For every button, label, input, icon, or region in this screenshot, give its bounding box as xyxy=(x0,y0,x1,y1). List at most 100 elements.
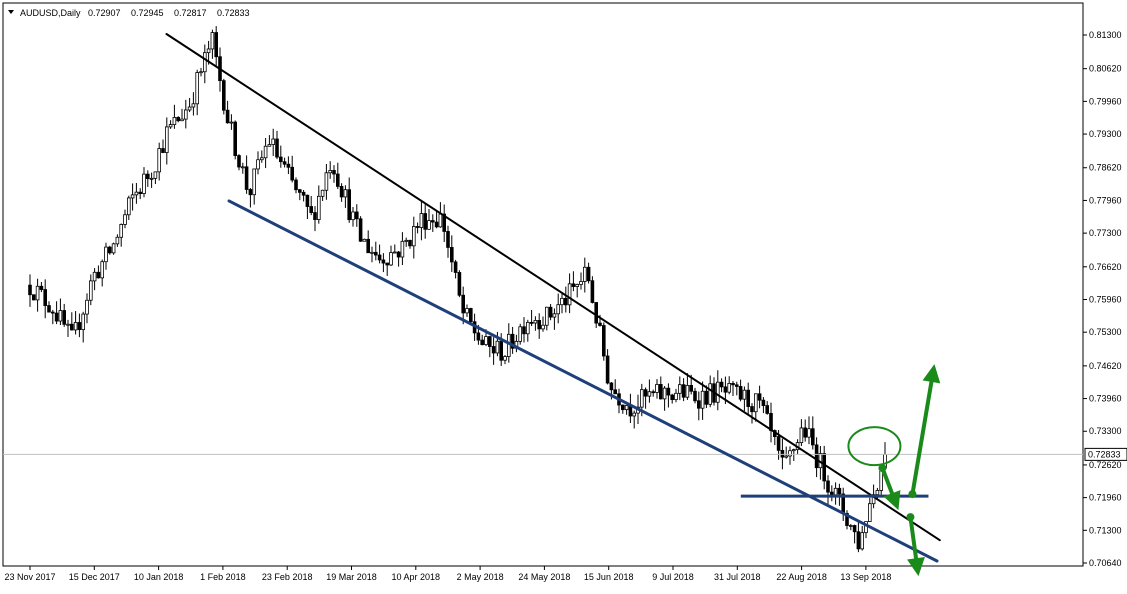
candle-body xyxy=(392,251,397,254)
candle-body xyxy=(366,238,370,254)
candle-body xyxy=(51,311,55,314)
candle-body xyxy=(575,284,579,287)
candle-body xyxy=(256,159,260,170)
candle-body xyxy=(784,455,788,458)
candle-body xyxy=(100,261,105,279)
candle-body xyxy=(830,491,834,496)
candle-body xyxy=(172,117,177,125)
candle-body xyxy=(651,391,655,394)
candle-body xyxy=(605,355,610,384)
candle-body xyxy=(278,156,283,163)
candle-body xyxy=(240,166,245,169)
y-tick-label: 0.73300 xyxy=(1089,426,1122,436)
candle-body xyxy=(708,383,712,405)
candle xyxy=(32,294,36,301)
candle-body xyxy=(335,173,340,187)
candle-body xyxy=(149,177,154,180)
candle-body xyxy=(746,389,750,407)
candle-body xyxy=(134,191,139,196)
candle-body xyxy=(799,427,804,444)
candle-body xyxy=(681,384,686,398)
candle-body xyxy=(77,322,82,331)
candle-body xyxy=(381,259,386,264)
candle-body xyxy=(693,390,697,402)
candle-body xyxy=(66,323,70,326)
y-tick-label: 0.70640 xyxy=(1089,558,1122,568)
candle-body xyxy=(430,220,435,223)
candle-body xyxy=(757,393,762,401)
candle-body xyxy=(529,321,534,324)
candle-body xyxy=(145,173,150,180)
candle-body xyxy=(206,48,211,54)
candle-body xyxy=(248,189,253,196)
candle-body xyxy=(54,312,59,322)
candle-body xyxy=(438,213,443,228)
candle-body xyxy=(92,271,97,282)
current-price-label: 0.72833 xyxy=(1088,449,1121,459)
candle-body xyxy=(263,145,268,159)
x-tick-label: 24 May 2018 xyxy=(518,572,570,582)
candle-body xyxy=(468,308,473,323)
candle-body xyxy=(723,386,728,393)
y-tick-label: 0.73960 xyxy=(1089,394,1122,404)
candle-body xyxy=(537,320,541,330)
candle-body xyxy=(389,252,393,266)
candle-body xyxy=(640,389,644,408)
candle-body xyxy=(70,323,74,331)
candle-body xyxy=(85,299,89,315)
candle-body xyxy=(161,148,165,153)
candle-body xyxy=(567,283,572,306)
candle-body xyxy=(506,333,511,357)
candle-body xyxy=(123,214,127,225)
candle-body xyxy=(183,109,188,120)
candle-body xyxy=(328,170,332,174)
candle-body xyxy=(632,412,636,417)
candle-body xyxy=(191,103,196,108)
candle-body xyxy=(385,262,389,266)
candle-body xyxy=(765,405,769,414)
x-tick-label: 23 Feb 2018 xyxy=(262,572,313,582)
candle-body xyxy=(157,148,162,173)
candle xyxy=(358,216,363,242)
candle-body xyxy=(533,320,538,324)
candle-body xyxy=(164,126,169,153)
candle-body xyxy=(518,326,522,342)
candle-body xyxy=(446,231,450,248)
candle-body xyxy=(571,283,576,287)
candle xyxy=(590,276,595,304)
candle-body xyxy=(39,285,44,290)
candle-body xyxy=(826,480,830,493)
candle-body xyxy=(332,170,336,175)
x-tick-label: 9 Jul 2018 xyxy=(652,572,694,582)
candle-body xyxy=(119,224,124,238)
candle-body xyxy=(419,213,424,228)
chart-window[interactable]: 0.81300 0.80620 0.79960 0.79300 0.78620 0.779… xyxy=(0,0,1127,589)
candle-body xyxy=(343,189,348,198)
candle-body xyxy=(704,390,709,405)
candle-body xyxy=(62,310,66,325)
candle-body xyxy=(503,356,507,361)
candlestick-chart[interactable]: 0.81300 0.80620 0.79960 0.79300 0.78620 0.779… xyxy=(0,0,1127,589)
candle-body xyxy=(324,172,329,191)
candle-body xyxy=(750,406,754,413)
candle-body xyxy=(408,239,412,247)
candle-body xyxy=(541,324,545,330)
candle xyxy=(111,242,116,255)
candle-body xyxy=(598,322,602,326)
candle-body xyxy=(301,191,306,196)
y-tick-label: 0.76620 xyxy=(1089,262,1122,272)
candle-body xyxy=(434,221,439,228)
x-tick-label: 31 Jul 2018 xyxy=(714,572,761,582)
y-tick-label: 0.74620 xyxy=(1089,361,1122,371)
candle-body xyxy=(237,155,241,168)
candle-body xyxy=(309,206,313,213)
candle-body xyxy=(47,305,51,313)
candle-body xyxy=(560,297,564,306)
candle xyxy=(457,270,462,298)
candle-body xyxy=(297,189,302,193)
candle xyxy=(221,78,226,115)
y-tick-label: 0.79960 xyxy=(1089,96,1122,106)
low-value: 0.72817 xyxy=(174,8,207,18)
candle-body xyxy=(370,251,374,254)
candle-body xyxy=(811,428,815,446)
